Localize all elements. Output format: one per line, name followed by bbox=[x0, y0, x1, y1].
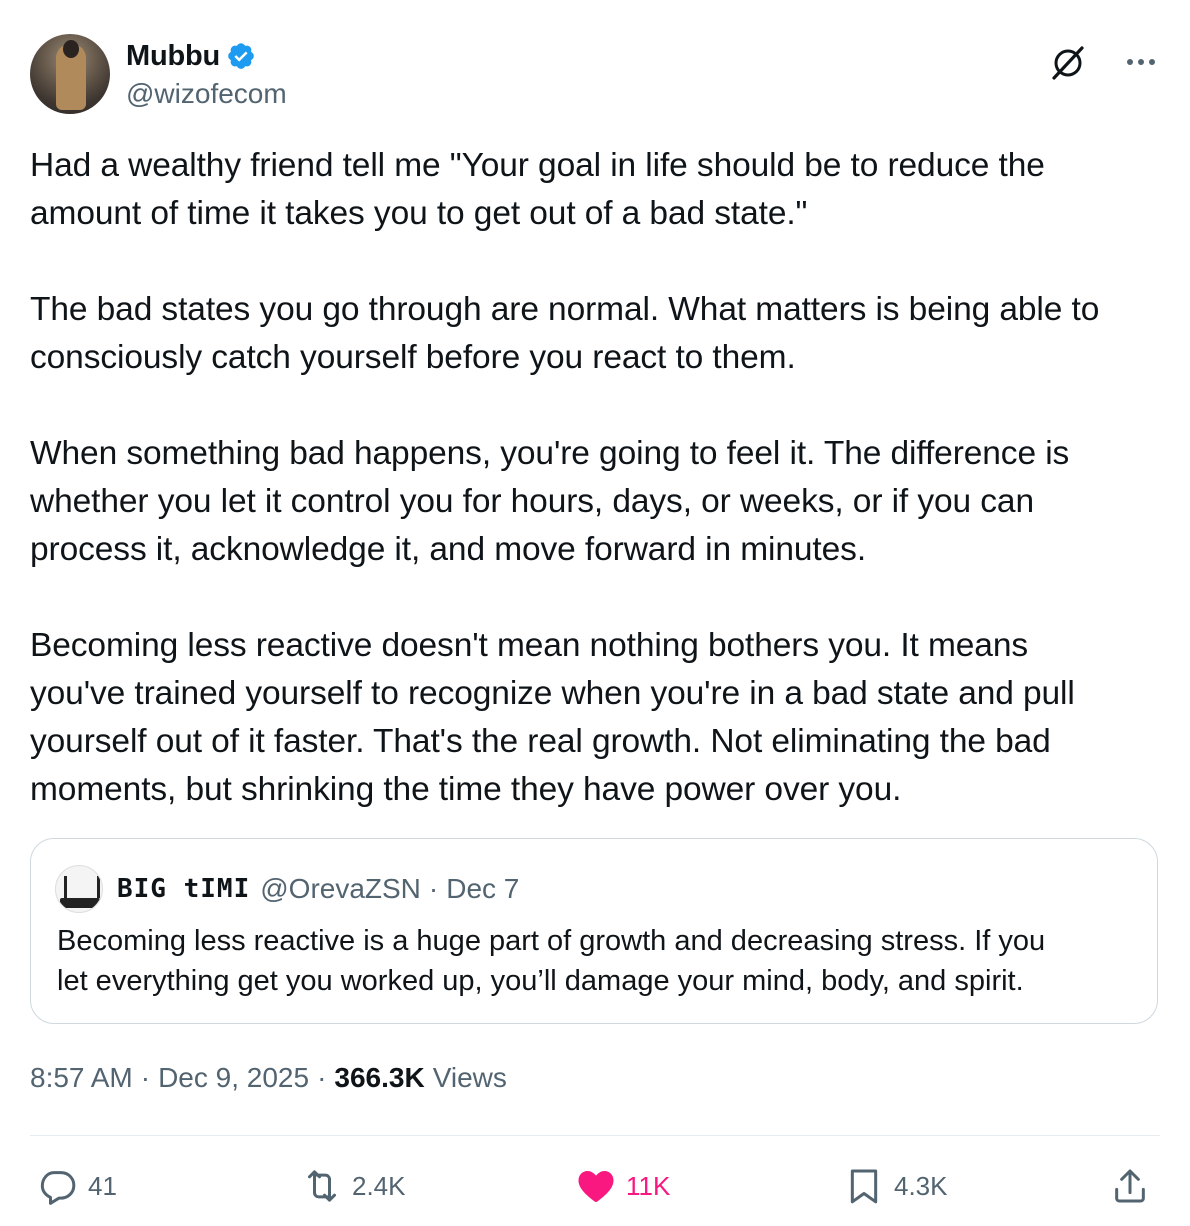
reply-count: 41 bbox=[88, 1170, 117, 1201]
meta-separator: · bbox=[140, 1062, 151, 1093]
like-count: 11K bbox=[626, 1170, 671, 1201]
share-button[interactable] bbox=[1110, 1160, 1150, 1212]
quoted-author-handle[interactable]: @OrevaZSN bbox=[260, 873, 421, 905]
repost-button[interactable]: 2.4K bbox=[302, 1160, 406, 1212]
quoted-separator: · bbox=[428, 873, 439, 904]
quoted-tweet-text: Becoming less reactive is a huge part of… bbox=[57, 925, 1046, 997]
meta-separator: · bbox=[317, 1062, 327, 1093]
bookmark-icon bbox=[850, 1169, 878, 1204]
views-count[interactable]: 366.3K bbox=[334, 1062, 424, 1094]
reply-icon bbox=[40, 1171, 76, 1205]
tweet-text: Had a wealthy friend tell me "Your goal … bbox=[30, 147, 1100, 808]
author-handle[interactable]: @wizofecom bbox=[126, 78, 287, 110]
tweet-time[interactable]: 8:57 AM bbox=[30, 1062, 133, 1094]
verified-badge-icon bbox=[228, 43, 254, 69]
quoted-date: Dec 7 bbox=[446, 873, 520, 904]
action-bar: 41 2.4K 11K 4.3K bbox=[30, 1160, 1160, 1212]
grok-icon[interactable] bbox=[1048, 42, 1088, 82]
heart-icon bbox=[578, 1171, 614, 1202]
author-name[interactable]: Mubbu bbox=[126, 40, 220, 73]
quoted-author-name[interactable]: BIG tIMI bbox=[117, 874, 250, 904]
bookmark-button[interactable]: 4.3K bbox=[844, 1160, 948, 1212]
reply-button[interactable]: 41 bbox=[38, 1160, 117, 1212]
divider bbox=[30, 1135, 1160, 1136]
quoted-author-avatar[interactable] bbox=[55, 865, 103, 913]
more-options-icon[interactable] bbox=[1122, 42, 1160, 82]
bookmark-count: 4.3K bbox=[894, 1170, 948, 1201]
tweet-header: Mubbu @wizofecom bbox=[30, 34, 1160, 114]
author-avatar[interactable] bbox=[30, 34, 110, 114]
quoted-tweet[interactable]: BIG tIMI @OrevaZSN · Dec 7 Becoming less… bbox=[30, 838, 1158, 1024]
views-label: Views bbox=[432, 1062, 507, 1093]
repost-count: 2.4K bbox=[352, 1170, 406, 1201]
quoted-tweet-header: BIG tIMI @OrevaZSN · Dec 7 bbox=[55, 865, 520, 913]
tweet-meta: 8:57 AM · Dec 9, 2025 · 366.3K Views bbox=[30, 1062, 507, 1094]
repost-icon bbox=[308, 1170, 336, 1202]
share-icon bbox=[1115, 1169, 1145, 1203]
author-name-row[interactable]: Mubbu bbox=[126, 38, 256, 74]
tweet-date[interactable]: Dec 9, 2025 bbox=[158, 1062, 309, 1094]
like-button[interactable]: 11K bbox=[576, 1160, 670, 1212]
